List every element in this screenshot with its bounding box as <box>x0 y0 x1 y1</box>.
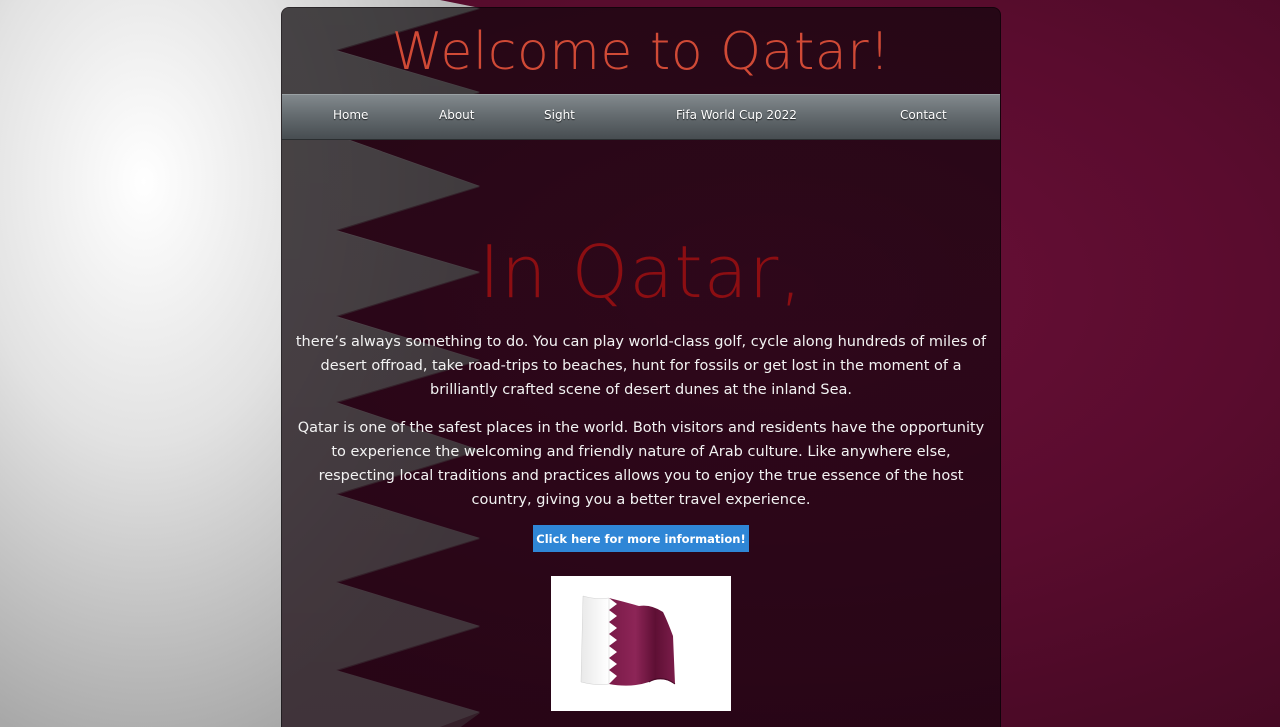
nav-sight-link[interactable]: Sight <box>544 108 575 122</box>
nav-home-link[interactable]: Home <box>333 108 368 122</box>
nav-contact-link[interactable]: Contact <box>900 108 947 122</box>
nav-about-link[interactable]: About <box>439 108 474 122</box>
waving-flag-icon <box>580 595 676 686</box>
nav-fifa-world-cup-link[interactable]: Fifa World Cup 2022 <box>676 108 797 122</box>
more-information-button[interactable]: Click here for more information! <box>533 525 749 552</box>
safety-paragraph: Qatar is one of the safest places in the… <box>297 420 985 508</box>
main-navigation: Home About Sight Fifa World Cup 2022 Con… <box>282 94 1000 140</box>
site-title: Welcome to Qatar! <box>391 22 891 82</box>
hero-heading: In Qatar, <box>478 230 804 314</box>
intro-paragraph: there’s always something to do. You can … <box>295 334 987 398</box>
qatar-flag-image <box>551 576 731 711</box>
content-container: Welcome to Qatar! Home About Sight Fifa … <box>281 7 1001 727</box>
